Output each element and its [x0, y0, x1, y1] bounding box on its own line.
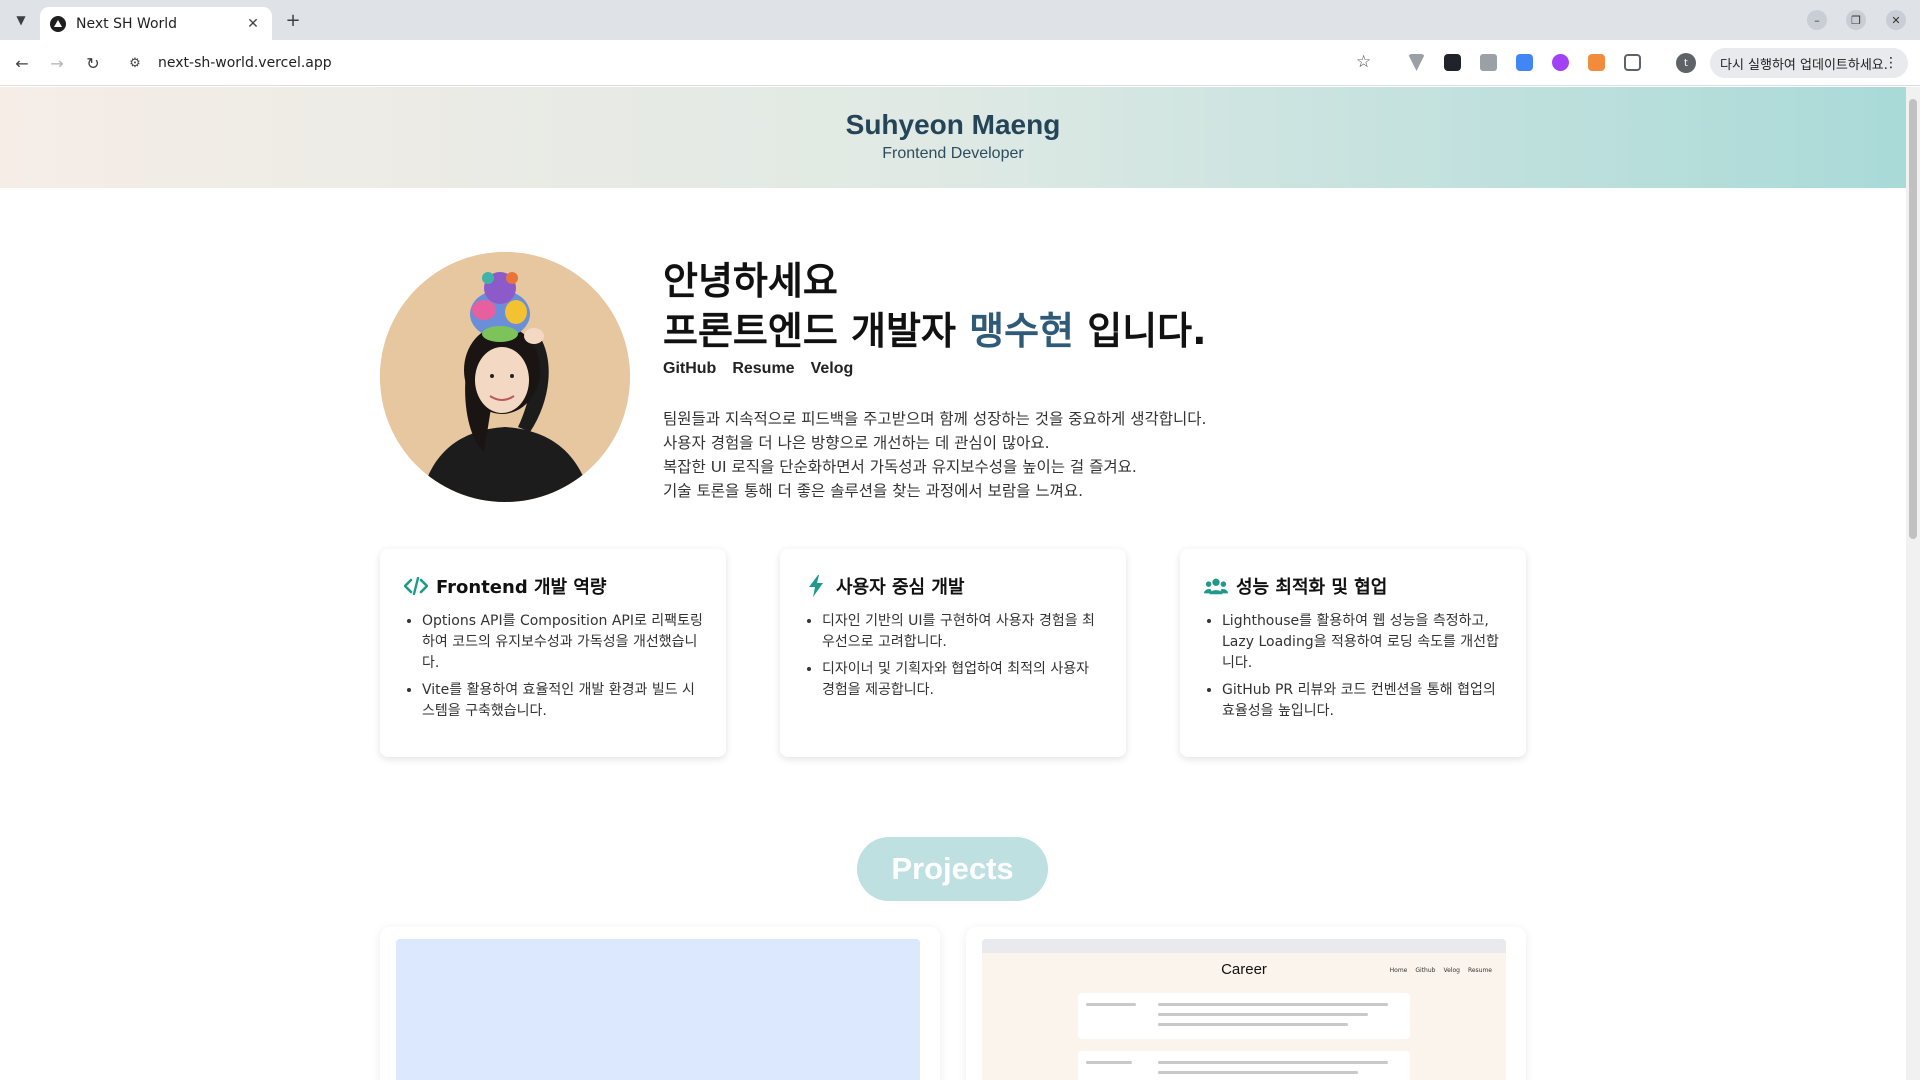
minimize-icon: –	[1814, 13, 1820, 27]
github-link[interactable]: GitHub	[663, 360, 716, 378]
new-tab-button[interactable]: +	[282, 9, 304, 31]
greeting-suffix: 입니다.	[1074, 309, 1207, 353]
extensions-puzzle-icon[interactable]	[1624, 54, 1641, 71]
reload-icon: ↻	[86, 53, 100, 73]
reload-button[interactable]: ↻	[82, 52, 104, 74]
card-item: GitHub PR 리뷰와 코드 컨벤션을 통해 협업의 효율성을 높입니다.	[1222, 680, 1504, 722]
profile-avatar[interactable]: t	[1676, 53, 1696, 73]
thumbnail-nav-item: Github	[1415, 967, 1436, 974]
card-title: 사용자 중심 개발	[836, 577, 965, 598]
bolt-icon	[804, 575, 828, 597]
thumbnail-row	[1078, 993, 1410, 1039]
restore-icon: ❐	[1851, 13, 1861, 27]
update-label: 다시 실행하여 업데이트하세요.	[1720, 57, 1888, 73]
project-thumbnail: Career Home Github Velog Resume	[982, 939, 1506, 1080]
card-item: 디자인 기반의 UI를 구현하여 사용자 경험을 최우선으로 고려합니다.	[822, 611, 1104, 653]
project-thumbnail	[396, 939, 920, 1080]
thumbnail-row	[1078, 1051, 1410, 1080]
site-header: Suhyeon Maeng Frontend Developer	[0, 87, 1906, 188]
purple-extension-icon[interactable]	[1552, 54, 1569, 71]
skill-card-frontend: Frontend 개발 역량 Options API를 Composition …	[380, 549, 726, 757]
vue-devtools-extension-icon[interactable]	[1408, 54, 1425, 71]
site-info-icon[interactable]: ⚙	[124, 56, 146, 71]
intro-section: 안녕하세요 프론트엔드 개발자 맹수현 입니다. GitHub Resume V…	[380, 252, 1530, 512]
bio-text: 팀원들과 지속적으로 피드백을 주고받으며 함께 성장하는 것을 중요하게 생각…	[663, 407, 1206, 503]
greeting-line-1: 안녕하세요	[663, 259, 838, 303]
close-window-button[interactable]: ✕	[1886, 10, 1906, 30]
greeting-prefix: 프론트엔드 개발자	[663, 309, 970, 353]
thumbnail-browser-bar	[982, 939, 1506, 953]
close-icon: ✕	[1891, 13, 1901, 27]
close-tab-icon[interactable]: ✕	[244, 16, 262, 32]
card-item: Options API를 Composition API로 리팩토링하여 코드의…	[422, 611, 704, 674]
site-role: Frontend Developer	[882, 145, 1024, 162]
orange-extension-icon[interactable]	[1588, 54, 1605, 71]
card-item: Vite를 활용하여 효율적인 개발 환경과 빌드 시스템을 구축했습니다.	[422, 680, 704, 722]
vercel-favicon-icon	[50, 15, 66, 32]
profile-photo	[380, 252, 630, 502]
url-text: next-sh-world.vercel.app	[158, 55, 332, 71]
card-title: 성능 최적화 및 협업	[1236, 577, 1388, 598]
forward-button[interactable]: →	[46, 52, 68, 74]
greeting-name: 맹수현	[969, 309, 1075, 353]
react-devtools-extension-icon[interactable]	[1444, 54, 1461, 71]
greeting-heading: 안녕하세요 프론트엔드 개발자 맹수현 입니다.	[663, 256, 1207, 356]
page-scrollbar[interactable]	[1906, 87, 1920, 1080]
users-icon	[1204, 575, 1228, 597]
project-card[interactable]: Career Home Github Velog Resume	[966, 927, 1526, 1080]
bio-line: 기술 토론을 통해 더 좋은 솔루션을 찾는 과정에서 보람을 느껴요.	[663, 482, 1084, 500]
card-item: 디자이너 및 기획자와 협업하여 최적의 사용자 경험을 제공합니다.	[822, 659, 1104, 701]
card-item: Lighthouse를 활용하여 웹 성능을 측정하고, Lazy Loadin…	[1222, 611, 1504, 674]
thumbnail-nav-item: Home	[1389, 967, 1408, 974]
profile-initial: t	[1684, 57, 1688, 69]
skill-card-user-centric: 사용자 중심 개발 디자인 기반의 UI를 구현하여 사용자 경험을 최우선으로…	[780, 549, 1126, 757]
maximize-button[interactable]: ❐	[1846, 10, 1866, 30]
address-bar[interactable]: ⚙ next-sh-world.vercel.app	[124, 47, 1384, 79]
projects-section-title: Projects	[857, 837, 1048, 901]
skill-card-performance: 성능 최적화 및 협업 Lighthouse를 활용하여 웹 성능을 측정하고,…	[1180, 549, 1526, 757]
site-name[interactable]: Suhyeon Maeng	[0, 109, 1906, 141]
camera-extension-icon[interactable]	[1480, 54, 1497, 71]
thumbnail-nav-item: Velog	[1443, 967, 1460, 974]
resume-link[interactable]: Resume	[732, 360, 794, 378]
skills-cards: Frontend 개발 역량 Options API를 Composition …	[380, 549, 1526, 757]
browser-tab[interactable]: Next SH World ✕	[40, 7, 272, 40]
update-button[interactable]: 다시 실행하여 업데이트하세요. ⋮	[1710, 48, 1908, 78]
minimize-button[interactable]: –	[1807, 10, 1827, 30]
plus-icon: +	[285, 9, 301, 31]
chevron-down-icon: ▼	[16, 13, 26, 27]
browser-toolbar: ← → ↻ ⚙ next-sh-world.vercel.app ☆ t 다시 …	[0, 40, 1920, 86]
translate-extension-icon[interactable]	[1516, 54, 1533, 71]
scrollbar-thumb[interactable]	[1909, 99, 1917, 539]
arrow-left-icon: ←	[15, 53, 29, 73]
velog-link[interactable]: Velog	[811, 360, 854, 378]
bookmark-star-icon[interactable]: ☆	[1356, 52, 1371, 72]
card-title: Frontend 개발 역량	[436, 577, 607, 598]
profile-links: GitHub Resume Velog	[663, 360, 853, 378]
tab-bar: ▼ Next SH World ✕ + – ❐ ✕	[0, 0, 1920, 40]
code-icon	[404, 575, 428, 597]
tab-search-button[interactable]: ▼	[10, 9, 32, 31]
arrow-right-icon: →	[50, 53, 64, 73]
more-vert-icon[interactable]: ⋮	[1884, 55, 1898, 71]
bio-line: 복잡한 UI 로직을 단순화하면서 가독성과 유지보수성을 높이는 걸 즐겨요.	[663, 458, 1137, 476]
thumbnail-nav-item: Resume	[1467, 967, 1492, 974]
bio-line: 사용자 경험을 더 나은 방향으로 개선하는 데 관심이 많아요.	[663, 434, 1050, 452]
project-card[interactable]	[380, 927, 940, 1080]
thumbnail-nav: Home Github Velog Resume	[1390, 967, 1492, 974]
profile-photo-illustration	[380, 252, 630, 502]
page-viewport: Suhyeon Maeng Frontend Developer 안녕하세요 프…	[0, 87, 1906, 1080]
tab-title: Next SH World	[76, 15, 178, 32]
bio-line: 팀원들과 지속적으로 피드백을 주고받으며 함께 성장하는 것을 중요하게 생각…	[663, 410, 1207, 428]
back-button[interactable]: ←	[11, 52, 33, 74]
